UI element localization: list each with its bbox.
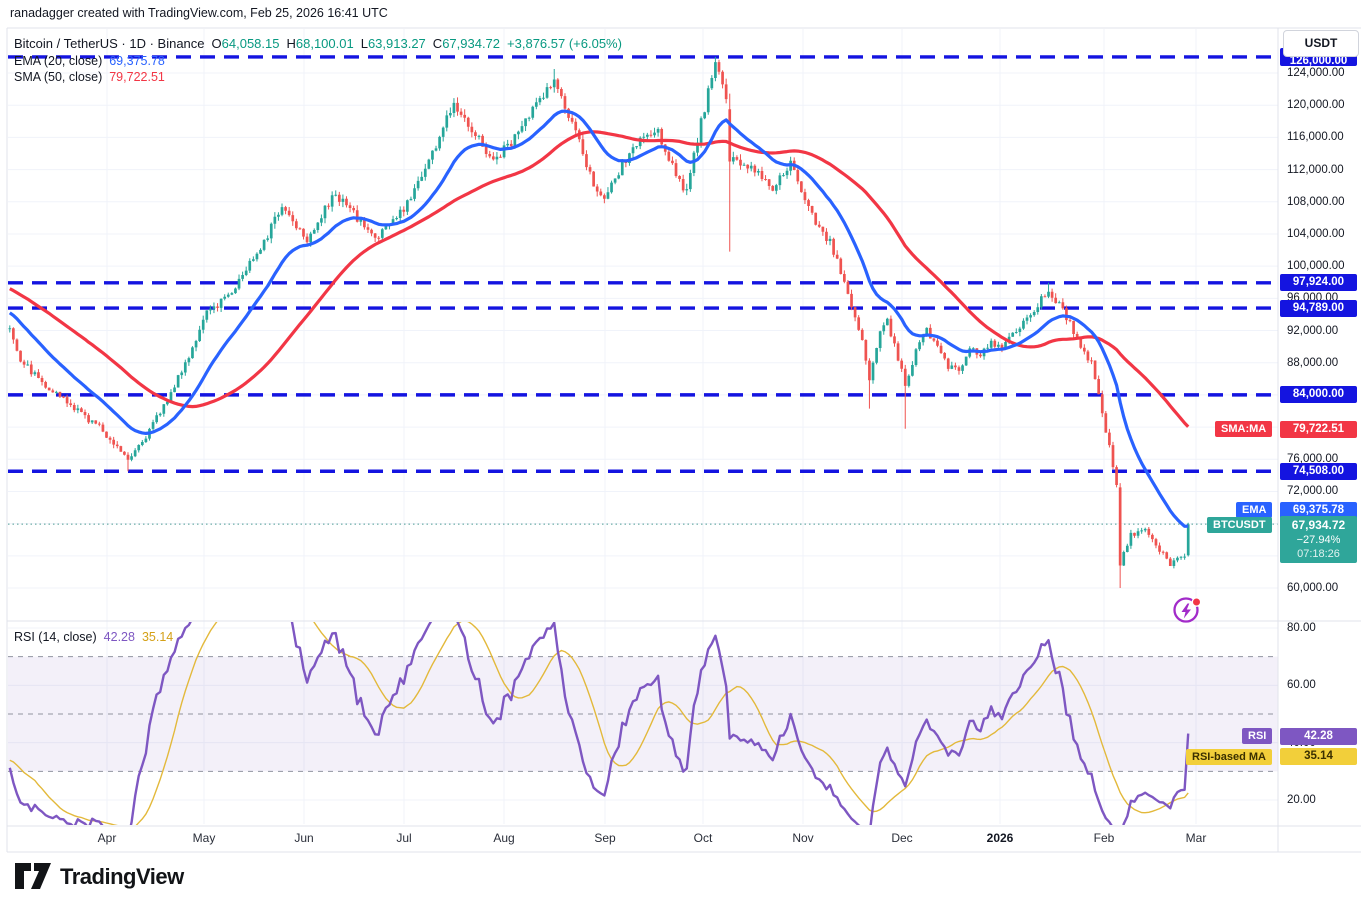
symbol-legend: Bitcoin / TetherUS · 1D · Binance O64,05… [14, 36, 622, 51]
currency-toggle-button[interactable]: USDT [1283, 30, 1359, 57]
sma-tag-chip: SMA:MA [1215, 421, 1273, 437]
change-text: +3,876.57 (+6.05%) [507, 36, 622, 51]
price-tick-label: 112,000.00 [1287, 164, 1344, 176]
price-tick-label: 124,000.00 [1287, 67, 1345, 79]
rsi-tick-label: 60.00 [1287, 679, 1316, 691]
time-axis-label: Aug [493, 831, 515, 845]
ema-legend-label: EMA (20, close) [14, 54, 103, 68]
price-tick-label: 60,000.00 [1287, 582, 1339, 594]
price-tick-label: 104,000.00 [1287, 228, 1345, 240]
time-axis-label: Jul [396, 831, 412, 845]
price-level-badge: 97,924.00 [1280, 274, 1357, 291]
price-level-badge: 74,508.00 [1280, 463, 1357, 480]
ohlc-high: H68,100.01 [286, 36, 354, 51]
time-axis-label: Nov [792, 831, 814, 845]
ohlc-open: O64,058.15 [211, 36, 280, 51]
price-tick-label: 120,000.00 [1287, 99, 1345, 111]
time-axis-label: Jun [294, 831, 314, 845]
rsi-tag-chip: RSI [1242, 728, 1273, 744]
rsi-tick-label: 80.00 [1287, 622, 1316, 634]
sma-price-badge: 79,722.51 [1280, 421, 1357, 438]
rsi-legend: RSI (14, close) 42.28 35.14 [14, 630, 173, 644]
sma-legend-label: SMA (50, close) [14, 70, 103, 84]
time-axis-label: Mar [1185, 831, 1207, 845]
time-axis-label: Apr [97, 831, 117, 845]
ohlc-low: L63,913.27 [360, 36, 426, 51]
symbol-title: Bitcoin / TetherUS · 1D · Binance [14, 36, 205, 51]
rsi-ma-tag-chip: RSI-based MA [1186, 749, 1272, 765]
last-price-change: −27.94% [1296, 534, 1341, 546]
ohlc-close: C67,934.72 [432, 36, 501, 51]
bar-countdown: 07:18:26 [1297, 548, 1340, 560]
sma-legend-value: 79,722.51 [109, 70, 165, 84]
time-axis-label: Oct [693, 831, 713, 845]
rsi-legend-value: 42.28 [103, 630, 135, 644]
time-axis-label: Dec [891, 831, 913, 845]
time-axis-label: 2026 [986, 831, 1014, 845]
price-tick-label: 72,000.00 [1287, 485, 1339, 497]
symbol-tag-chip: BTCUSDT [1207, 517, 1272, 533]
price-tick-label: 116,000.00 [1287, 131, 1344, 143]
time-axis-label: Sep [594, 831, 616, 845]
rsi-ma-legend-value: 35.14 [141, 630, 174, 644]
alert-dot [1191, 597, 1202, 607]
price-and-rsi-plot[interactable] [0, 0, 1361, 912]
tradingview-logo-icon [15, 863, 51, 889]
rsi-value-badge: 42.28 [1280, 728, 1357, 745]
rsi-ma-value-badge: 35.14 [1280, 748, 1357, 765]
lightning-icon [1173, 597, 1202, 623]
flash-alert-button[interactable] [1171, 594, 1203, 626]
rsi-tick-label: 20.00 [1287, 794, 1316, 806]
time-axis-label: Feb [1093, 831, 1115, 845]
tradingview-chart-page: ranadagger created with TradingView.com,… [0, 0, 1361, 912]
time-axis-label: May [192, 831, 216, 845]
last-price-badge: 67,934.72 −27.94% 07:18:26 [1280, 516, 1357, 563]
tradingview-logo[interactable]: TradingView [14, 862, 184, 892]
price-tick-label: 88,000.00 [1287, 357, 1339, 369]
price-level-badge: 94,789.00 [1280, 300, 1357, 317]
price-tick-label: 100,000.00 [1287, 260, 1345, 272]
sma-legend: SMA (50, close) 79,722.51 [14, 70, 165, 84]
rsi-legend-label: RSI (14, close) [14, 630, 97, 644]
price-tick-label: 92,000.00 [1287, 325, 1339, 337]
last-price-value: 67,934.72 [1291, 518, 1346, 532]
price-tick-label: 108,000.00 [1287, 196, 1345, 208]
price-level-badge: 84,000.00 [1280, 386, 1357, 403]
tradingview-logo-text: TradingView [60, 864, 184, 889]
ema-legend-value: 69,375.78 [109, 54, 165, 68]
ema-tag-chip: EMA [1236, 502, 1273, 518]
ema-legend: EMA (20, close) 69,375.78 [14, 54, 165, 68]
